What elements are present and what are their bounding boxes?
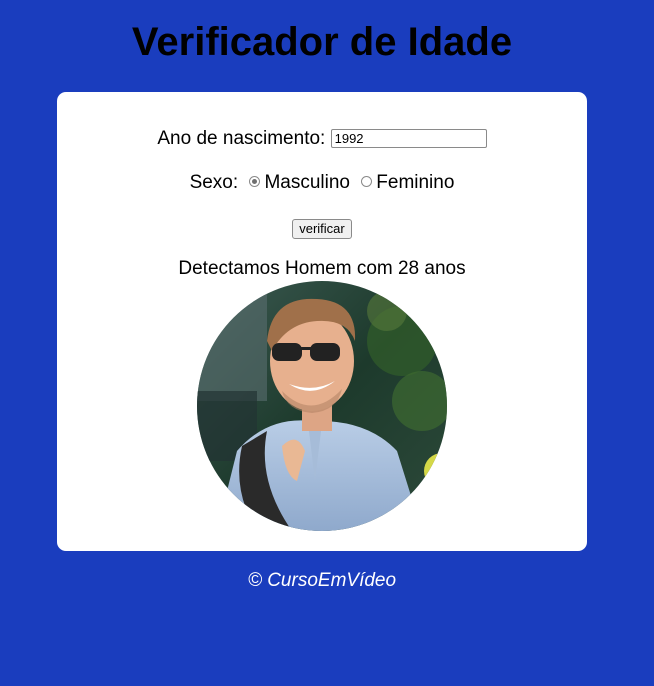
man-photo bbox=[197, 281, 447, 531]
female-radio[interactable] bbox=[361, 176, 373, 187]
male-label[interactable]: Masculino bbox=[264, 172, 350, 193]
birth-year-input[interactable] bbox=[330, 129, 487, 148]
verifier-card: Ano de nascimento: Sexo: Masculino Femin… bbox=[57, 92, 587, 551]
page: Verificador de Idade Ano de nascimento: … bbox=[0, 0, 654, 686]
page-title: Verificador de Idade bbox=[131, 20, 513, 64]
footer-credit: © CursoEmVídeo bbox=[247, 570, 397, 591]
man-photo-icon bbox=[197, 281, 447, 531]
sex-row: Sexo: Masculino Feminino bbox=[57, 172, 587, 194]
birth-year-label: Ano de nascimento: bbox=[157, 128, 326, 149]
result-text: Detectamos Homem com 28 anos bbox=[178, 258, 466, 279]
sex-label: Sexo: bbox=[189, 172, 239, 193]
male-radio[interactable] bbox=[249, 176, 261, 187]
submit-row: verificar bbox=[57, 217, 587, 239]
verify-button[interactable]: verificar bbox=[292, 218, 352, 239]
female-label[interactable]: Feminino bbox=[376, 172, 454, 193]
birth-year-row: Ano de nascimento: bbox=[57, 128, 587, 150]
